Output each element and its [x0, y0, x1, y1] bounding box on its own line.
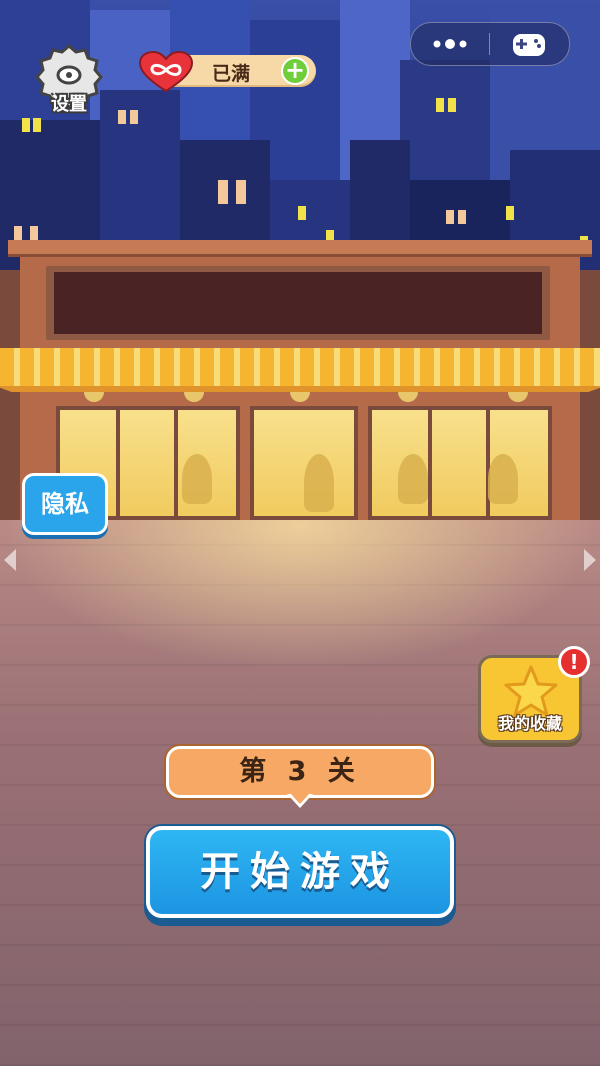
- customer-silhouette: [304, 454, 334, 512]
- lives-status: 已满: [212, 63, 251, 85]
- shop-roof-ledge: [8, 240, 592, 254]
- lives-display: 已满 +: [138, 51, 318, 93]
- more-dots-icon: [433, 39, 467, 49]
- gamepad-icon: [513, 34, 545, 56]
- shop-door: [250, 406, 358, 520]
- game-center-button[interactable]: [490, 23, 568, 65]
- settings-label: 设置: [51, 94, 87, 115]
- miniprogram-capsule: [410, 22, 570, 66]
- start-game-label: 开始游戏: [200, 849, 400, 895]
- neighbor-building-left: [0, 270, 20, 520]
- customer-silhouette: [488, 454, 518, 504]
- privacy-button[interactable]: 隐私: [22, 473, 108, 535]
- customer-silhouette: [398, 454, 428, 504]
- right-arrow-icon[interactable]: [580, 543, 600, 577]
- infinity-heart-icon: [138, 51, 194, 93]
- favorites-label: 我的收藏: [497, 714, 562, 733]
- customer-silhouette: [182, 454, 212, 504]
- start-game-button[interactable]: 开始游戏: [146, 826, 454, 918]
- left-arrow-icon[interactable]: [0, 543, 20, 577]
- level-banner: 第 3 关: [166, 746, 434, 798]
- favorites-alert-badge: !: [558, 646, 590, 678]
- neighbor-building-right: [580, 270, 600, 520]
- privacy-label: 隐私: [41, 490, 89, 518]
- shop-signboard: [46, 266, 550, 340]
- shop-window-right: [368, 406, 552, 520]
- level-label: 第 3 关: [239, 756, 361, 787]
- game-scene: 设置 已满 + 隐私 我的收藏 ! 第 3 关 开始游戏: [0, 0, 600, 1066]
- level-banner-tail-fill: [291, 794, 309, 804]
- shop-awning: [0, 348, 600, 392]
- add-lives-button[interactable]: +: [281, 57, 309, 85]
- more-menu-button[interactable]: [411, 23, 489, 65]
- plus-icon: +: [284, 56, 306, 84]
